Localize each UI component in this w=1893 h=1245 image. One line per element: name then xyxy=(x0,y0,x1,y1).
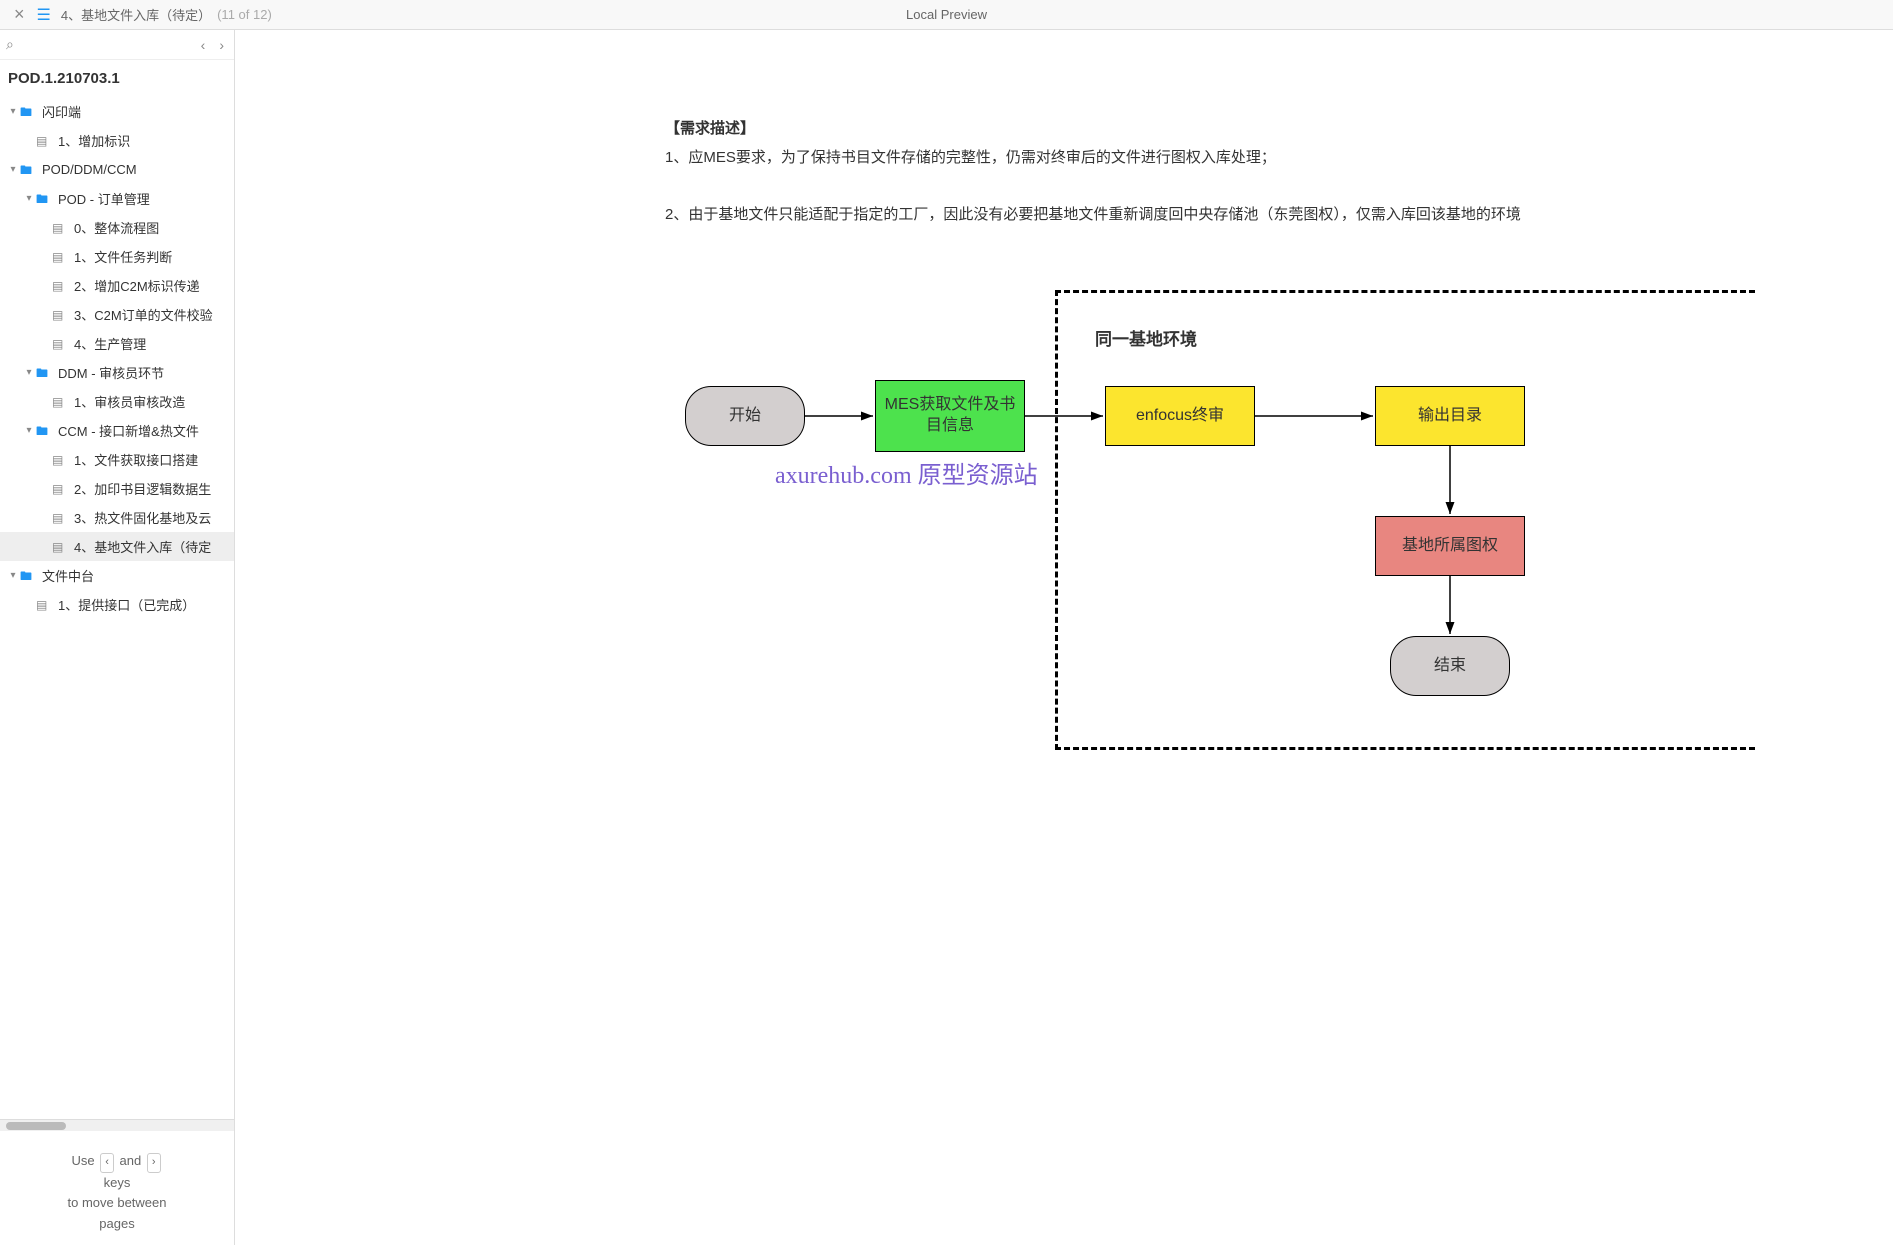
sidebar-toolbar: ⌕ ‹ › xyxy=(0,30,234,60)
h-scrollbar[interactable] xyxy=(0,1119,234,1131)
tree-item-label: 3、C2M订单的文件校验 xyxy=(74,305,213,324)
tree-folder[interactable]: POD - 订单管理 xyxy=(0,184,234,213)
tree-item-label: 0、整体流程图 xyxy=(74,218,159,237)
page-icon xyxy=(52,395,68,409)
page-icon xyxy=(52,337,68,351)
nav-hint: Use ‹ and › keys to move between pages xyxy=(0,1131,234,1245)
group-label: 同一基地环境 xyxy=(1095,325,1197,350)
tree-page[interactable]: 4、基地文件入库（待定 xyxy=(0,532,234,561)
page-icon xyxy=(36,134,52,148)
close-icon[interactable]: × xyxy=(8,4,31,25)
tree-folder[interactable]: CCM - 接口新增&热文件 xyxy=(0,416,234,445)
tree-item-label: 1、提供接口（已完成） xyxy=(58,595,195,614)
page-icon xyxy=(52,221,68,235)
tree-item-label: CCM - 接口新增&热文件 xyxy=(58,421,199,440)
tree-item-label: POD - 订单管理 xyxy=(58,189,150,208)
tree-item-label: 1、审核员审核改造 xyxy=(74,392,185,411)
chevron-down-icon[interactable] xyxy=(22,367,36,378)
tree-item-label: 2、加印书目逻辑数据生 xyxy=(74,479,211,498)
chevron-down-icon[interactable] xyxy=(22,425,36,436)
node-output: 输出目录 xyxy=(1375,386,1525,446)
tree-item-label: 1、文件获取接口搭建 xyxy=(74,450,198,469)
page-icon xyxy=(52,482,68,496)
watermark: axurehub.com 原型资源站 xyxy=(775,455,1038,490)
page-icon xyxy=(52,308,68,322)
project-title: POD.1.210703.1 xyxy=(0,60,234,97)
tree-page[interactable]: 1、文件任务判断 xyxy=(0,242,234,271)
tree-folder[interactable]: 闪印端 xyxy=(0,97,234,126)
tree-item-label: 文件中台 xyxy=(42,566,94,585)
topbar: × ☰ 4、基地文件入库（待定） (11 of 12) Local Previe… xyxy=(0,0,1893,30)
preview-label: Local Preview xyxy=(906,7,987,22)
page-icon xyxy=(52,279,68,293)
menu-icon[interactable]: ☰ xyxy=(31,5,57,25)
tree-page[interactable]: 1、审核员审核改造 xyxy=(0,387,234,416)
canvas: 【需求描述】 1、应MES要求，为了保持书目文件存储的完整性，仍需对终审后的文件… xyxy=(235,30,1893,1245)
chevron-down-icon[interactable] xyxy=(6,164,20,175)
page-icon xyxy=(36,598,52,612)
node-end: 结束 xyxy=(1390,636,1510,696)
tree-folder[interactable]: DDM - 审核员环节 xyxy=(0,358,234,387)
tree-item-label: POD/DDM/CCM xyxy=(42,162,137,177)
requirement-text: 【需求描述】 1、应MES要求，为了保持书目文件存储的完整性，仍需对终审后的文件… xyxy=(665,115,1863,229)
tree-page[interactable]: 4、生产管理 xyxy=(0,329,234,358)
node-enfocus: enfocus终审 xyxy=(1105,386,1255,446)
folder-icon xyxy=(36,366,52,380)
tree-page[interactable]: 3、C2M订单的文件校验 xyxy=(0,300,234,329)
tree-item-label: 2、增加C2M标识传递 xyxy=(74,276,200,295)
folder-icon xyxy=(20,569,36,583)
chevron-down-icon[interactable] xyxy=(22,193,36,204)
node-base: 基地所属图权 xyxy=(1375,516,1525,576)
page-counter: (11 of 12) xyxy=(211,7,272,22)
tree-item-label: 1、文件任务判断 xyxy=(74,247,172,266)
chevron-down-icon[interactable] xyxy=(6,106,20,117)
page-title: 4、基地文件入库（待定） xyxy=(57,5,211,24)
page-icon xyxy=(52,250,68,264)
tree-page[interactable]: 0、整体流程图 xyxy=(0,213,234,242)
tree-item-label: 4、基地文件入库（待定 xyxy=(74,537,211,556)
tree-page[interactable]: 1、文件获取接口搭建 xyxy=(0,445,234,474)
tree-folder[interactable]: 文件中台 xyxy=(0,561,234,590)
chevron-down-icon[interactable] xyxy=(6,570,20,581)
tree-page[interactable]: 2、加印书目逻辑数据生 xyxy=(0,474,234,503)
sidebar: ⌕ ‹ › POD.1.210703.1 闪印端 1、增加标识 POD/DDM/CC… xyxy=(0,30,235,1245)
tree-page[interactable]: 2、增加C2M标识传递 xyxy=(0,271,234,300)
nav-prev-icon[interactable]: ‹ xyxy=(197,35,210,55)
page-tree: 闪印端 1、增加标识 POD/DDM/CCM POD - 订单管理 0、整体流程图 1、文… xyxy=(0,97,234,1119)
tree-item-label: 3、热文件固化基地及云 xyxy=(74,508,211,527)
tree-folder[interactable]: POD/DDM/CCM xyxy=(0,155,234,184)
page-icon xyxy=(52,511,68,525)
folder-icon xyxy=(36,192,52,206)
tree-item-label: 4、生产管理 xyxy=(74,334,146,353)
tree-page[interactable]: 3、热文件固化基地及云 xyxy=(0,503,234,532)
tree-item-label: 闪印端 xyxy=(42,102,81,121)
nav-next-icon[interactable]: › xyxy=(215,35,228,55)
tree-page[interactable]: 1、增加标识 xyxy=(0,126,234,155)
folder-icon xyxy=(36,424,52,438)
tree-item-label: DDM - 审核员环节 xyxy=(58,363,164,382)
folder-icon xyxy=(20,163,36,177)
tree-page[interactable]: 1、提供接口（已完成） xyxy=(0,590,234,619)
node-mes: MES获取文件及书目信息 xyxy=(875,380,1025,452)
search-icon[interactable]: ⌕ xyxy=(6,36,14,53)
flowchart: 同一基地环境 开始 MES获取文件及书目信息 enfocus终审 输出目录 基地… xyxy=(665,290,1893,1245)
folder-icon xyxy=(20,105,36,119)
tree-item-label: 1、增加标识 xyxy=(58,131,130,150)
node-start: 开始 xyxy=(685,386,805,446)
page-icon xyxy=(52,453,68,467)
page-icon xyxy=(52,540,68,554)
